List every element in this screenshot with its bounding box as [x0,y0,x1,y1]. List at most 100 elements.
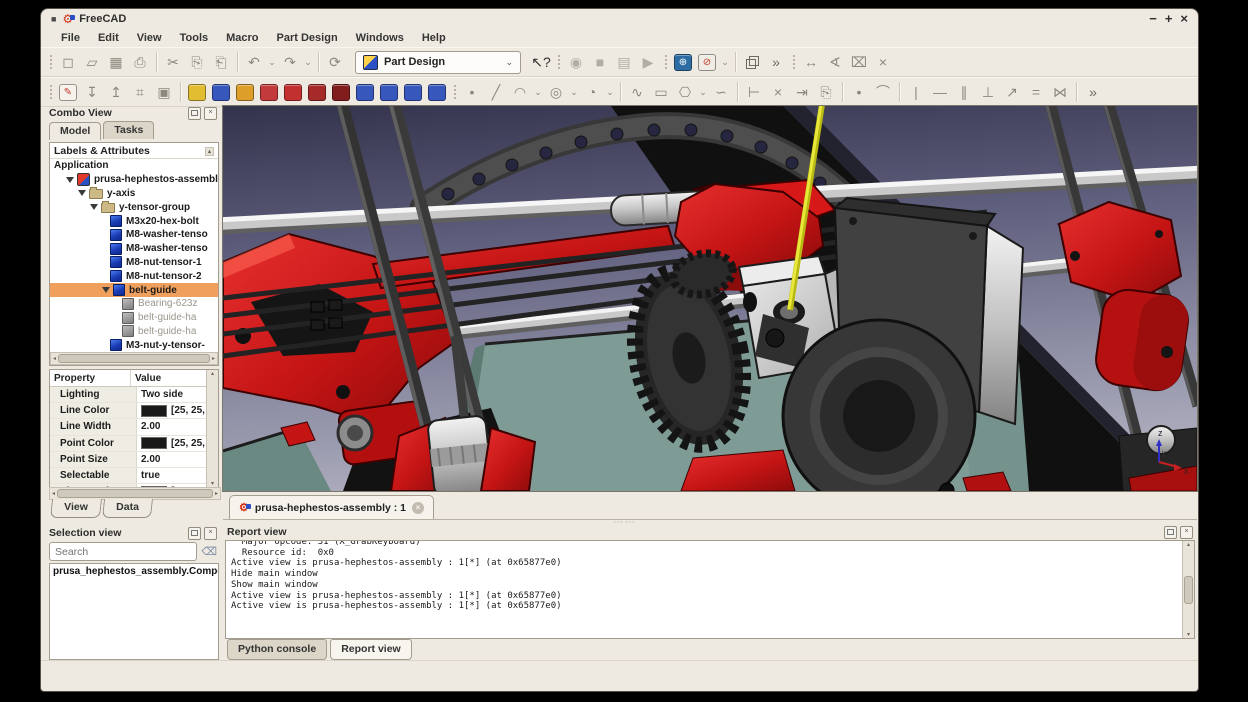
arc-menu-button[interactable]: ⌄ [532,80,544,104]
property-vscrollbar[interactable]: ▴ ▾ [206,370,218,487]
new-file-button[interactable]: ◻ [56,50,80,74]
tree-scroll-up-icon[interactable]: ▴ [205,147,214,156]
scroll-up-icon[interactable]: ▴ [211,370,214,377]
constrain-equal-button[interactable]: = [1024,80,1048,104]
selection-item[interactable]: prusa_hephestos_assembly.CompoundC [50,564,218,579]
tree-item-application[interactable]: Application [50,159,218,173]
menu-windows[interactable]: Windows [348,31,412,45]
expander-icon[interactable] [102,287,110,293]
scroll-right-icon[interactable]: ▸ [212,355,215,362]
maximize-button[interactable]: + [1165,12,1173,26]
constrain-parallel-button[interactable]: ∥ [952,80,976,104]
constrain-horizontal-button[interactable]: — [928,80,952,104]
combo-view-float-icon[interactable] [188,107,201,120]
scroll-thumb[interactable] [58,354,210,363]
selection-view-close-icon[interactable]: × [204,527,217,540]
combo-view-close-icon[interactable]: × [204,107,217,120]
create-polygon-button[interactable]: ⎔ [673,80,697,104]
menu-edit[interactable]: Edit [90,31,127,45]
report-view-close-icon[interactable]: × [1180,526,1193,539]
tree-item-belt-guide[interactable]: belt-guide [50,283,218,297]
draw-style-menu-button[interactable]: ⌄ [719,50,731,74]
menu-tools[interactable]: Tools [172,31,217,45]
tab-report-view[interactable]: Report view [330,639,412,660]
cut-button[interactable]: ✂ [161,50,185,74]
constrain-perpendicular-button[interactable]: ⊥ [976,80,1000,104]
property-row-lighting[interactable]: LightingTwo side [50,387,218,403]
scroll-right-icon[interactable]: ▸ [215,490,218,497]
redo-button[interactable]: ↷ [278,50,302,74]
tree-item-bearing-623z[interactable]: Bearing-623z [50,297,218,311]
circle-menu-button[interactable]: ⌄ [568,80,580,104]
toggle-construction-button[interactable]: • [847,80,871,104]
tab-tasks[interactable]: Tasks [103,121,154,139]
linear-pattern-button[interactable] [377,80,401,104]
scroll-down-icon[interactable]: ▾ [1187,631,1190,638]
polygon-menu-button[interactable]: ⌄ [697,80,709,104]
scroll-up-icon[interactable]: ▴ [1187,541,1190,548]
constrain-tangent-button[interactable]: ↗ [1000,80,1024,104]
save-file-button[interactable]: ▦ [104,50,128,74]
undo-button[interactable]: ↶ [242,50,266,74]
expander-icon[interactable] [90,204,98,210]
validate-sketch-button[interactable]: ⌗ [128,80,152,104]
tab-data[interactable]: Data [102,499,153,518]
pocket-button[interactable] [329,80,353,104]
import-button[interactable]: ↧ [80,80,104,104]
property-row-line-color[interactable]: Line Color[25, 25, 25] [50,403,218,419]
scroll-left-icon[interactable]: ◂ [53,355,56,362]
external-geometry-button[interactable]: ⊢ [742,80,766,104]
undo-menu-button[interactable]: ⌄ [266,50,278,74]
additive-loft-button[interactable] [233,80,257,104]
conic-menu-button[interactable]: ⌄ [604,80,616,104]
map-sketch-button[interactable]: ▣ [152,80,176,104]
minimize-button[interactable]: − [1149,12,1157,26]
extend-edge-button[interactable]: ⇥ [790,80,814,104]
search-clear-icon[interactable]: ⌫ [201,545,217,558]
macro-play-button[interactable]: ▶ [636,50,660,74]
revolution-button[interactable] [209,80,233,104]
macro-record-button[interactable]: ◉ [564,50,588,74]
scroll-thumb[interactable] [57,489,213,498]
menu-view[interactable]: View [129,31,170,45]
window-menu-icon[interactable]: ■ [51,14,56,24]
macro-stop-button[interactable]: ■ [588,50,612,74]
create-line-button[interactable]: ╱ [484,80,508,104]
tree-item-belt-guide-ha[interactable]: belt-guide-ha [50,311,218,325]
whats-this-button[interactable]: ↖? [529,50,553,74]
tree-item-y-tensor-group[interactable]: y-tensor-group [50,200,218,214]
paste-button[interactable]: ⎗ [209,50,233,74]
workbench-selector[interactable]: Part Design⌄ [355,51,521,74]
measure-toggle-button[interactable]: × [871,50,895,74]
property-row-line-width[interactable]: Line Width2.00 [50,419,218,435]
create-conic-button[interactable]: ◔ [580,80,604,104]
create-bspline-button[interactable]: ∽ [709,80,733,104]
carbon-copy-button[interactable]: ⎘ [814,80,838,104]
refresh-button[interactable]: ⟳ [323,50,347,74]
menu-file[interactable]: File [53,31,88,45]
document-tab-close-icon[interactable]: × [412,502,424,514]
scroll-down-icon[interactable]: ▾ [211,480,214,487]
fillet-button[interactable] [281,80,305,104]
scroll-left-icon[interactable]: ◂ [52,490,55,497]
polar-pattern-button[interactable] [401,80,425,104]
report-view-float-icon[interactable] [1164,526,1177,539]
fit-all-button[interactable]: ⊕ [671,50,695,74]
create-polyline-button[interactable]: ∿ [625,80,649,104]
measure-clear-button[interactable]: ⌧ [847,50,871,74]
measure-angular-button[interactable]: ∢ [823,50,847,74]
mirrored-button[interactable] [353,80,377,104]
multitransform-button[interactable] [425,80,449,104]
macro-edit-button[interactable]: ▤ [612,50,636,74]
tree-item-belt-guide-ha[interactable]: belt-guide-ha [50,325,218,339]
tree-item-m3-nut-y-tensor-[interactable]: M3-nut-y-tensor- [50,338,218,352]
property-row-point-size[interactable]: Point Size2.00 [50,452,218,468]
export-button[interactable]: ↥ [104,80,128,104]
constrain-symmetric-button[interactable]: ⋈ [1048,80,1072,104]
print-button[interactable]: ⎙ [128,50,152,74]
expander-icon[interactable] [66,177,74,183]
console-vscrollbar[interactable]: ▴ ▾ [1182,541,1194,638]
create-point-button[interactable]: • [460,80,484,104]
create-rectangle-button[interactable]: ▭ [649,80,673,104]
close-button[interactable]: × [1180,12,1188,26]
